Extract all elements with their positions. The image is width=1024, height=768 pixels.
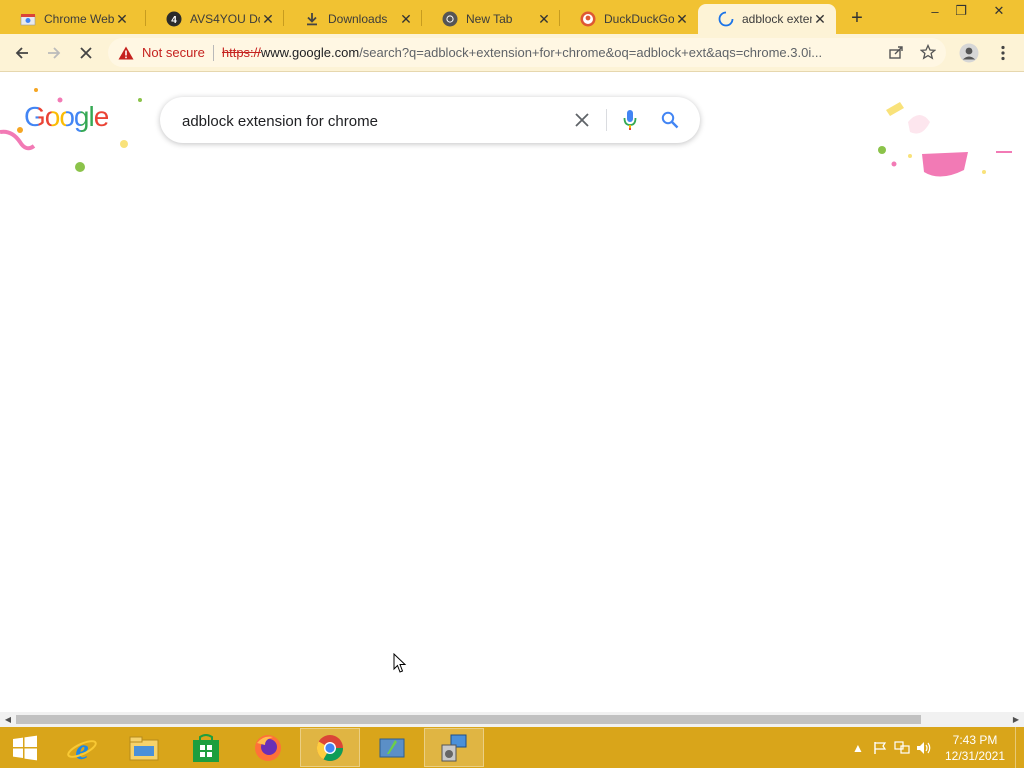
app-icon[interactable]: [362, 728, 422, 767]
address-bar[interactable]: Not secure https://www.google.com/search…: [108, 38, 946, 67]
tab-downloads[interactable]: Downloads ✕: [284, 4, 422, 34]
close-tab-icon[interactable]: ✕: [812, 11, 828, 27]
network-icon[interactable]: [891, 737, 913, 759]
store-icon[interactable]: [176, 728, 236, 767]
forward-button[interactable]: [41, 40, 67, 66]
tab-avs4you[interactable]: 4 AVS4YOU Dov ✕: [146, 4, 284, 34]
warning-icon: [118, 45, 134, 61]
show-desktop-button[interactable]: [1015, 727, 1024, 768]
mouse-cursor-icon: [393, 653, 407, 673]
loading-spinner-icon: [718, 11, 734, 27]
voice-search-button[interactable]: [618, 108, 642, 132]
installer-icon[interactable]: [424, 728, 484, 767]
close-tab-icon[interactable]: ✕: [114, 11, 130, 27]
system-tray: ▲ 7:43 PM 12/31/2021: [847, 727, 1024, 768]
scrollbar-thumb[interactable]: [16, 715, 921, 724]
google-logo[interactable]: Google: [24, 101, 109, 133]
new-tab-button[interactable]: +: [846, 7, 868, 29]
menu-button[interactable]: [990, 40, 1016, 66]
url-host: www.google.com: [260, 45, 360, 60]
stop-icon: [80, 47, 92, 59]
duckduckgo-icon: [580, 11, 596, 27]
clock[interactable]: 7:43 PM 12/31/2021: [935, 732, 1015, 764]
profile-button[interactable]: [956, 40, 982, 66]
profile-avatar-icon: [959, 43, 979, 63]
close-tab-icon[interactable]: ✕: [260, 11, 276, 27]
omnibox-divider: [212, 44, 214, 61]
stop-button[interactable]: [73, 40, 99, 66]
tab-title: Chrome Web: [44, 12, 114, 26]
search-button[interactable]: [658, 108, 682, 132]
search-icon: [661, 111, 679, 129]
search-box-divider: [606, 109, 607, 131]
share-icon[interactable]: [888, 44, 904, 63]
show-hidden-icons-icon[interactable]: ▲: [847, 737, 869, 759]
chrome-taskbar-icon[interactable]: [300, 728, 360, 767]
chrome-icon: [442, 11, 458, 27]
horizontal-scrollbar[interactable]: ◀ ▶: [0, 712, 1024, 727]
tab-strip: Chrome Web ✕ 4 AVS4YOU Dov ✕ Downloads ✕…: [0, 0, 1024, 34]
tab-title: adblock exten: [742, 12, 812, 26]
tab-new-tab[interactable]: New Tab ✕: [422, 4, 560, 34]
browser-toolbar: Not secure https://www.google.com/search…: [0, 34, 1024, 72]
url-path: /search?q=adblock+extension+for+chrome&o…: [359, 45, 823, 60]
close-tab-icon[interactable]: ✕: [398, 11, 414, 27]
tab-title: DuckDuckGo: [604, 12, 674, 26]
tab-title: Downloads: [328, 12, 388, 26]
internet-explorer-icon[interactable]: e: [52, 728, 112, 767]
forward-arrow-icon: [48, 47, 61, 59]
windows-taskbar: e ▲ 7:43 PM 12/31/2021: [0, 727, 1024, 768]
avs4you-icon: 4: [166, 11, 182, 27]
search-box: [160, 97, 700, 145]
tab-title: New Tab: [466, 12, 513, 26]
microphone-icon: [623, 110, 637, 130]
firefox-icon[interactable]: [238, 728, 298, 767]
close-window-button[interactable]: ✕: [984, 0, 1014, 22]
clock-time: 7:43 PM: [952, 732, 998, 747]
kebab-menu-icon: [1001, 45, 1005, 61]
google-logo-text: Google: [24, 101, 109, 132]
tab-duckduckgo[interactable]: DuckDuckGo ✕: [560, 4, 698, 34]
close-tab-icon[interactable]: ✕: [536, 11, 552, 27]
bookmark-star-icon[interactable]: [919, 43, 937, 63]
tab-chrome-web-store[interactable]: Chrome Web ✕: [0, 4, 138, 34]
download-icon: [304, 11, 320, 27]
clock-date: 12/31/2021: [944, 748, 1006, 763]
volume-icon[interactable]: [913, 737, 935, 759]
start-button[interactable]: [0, 728, 50, 767]
restore-button[interactable]: ❐: [946, 0, 976, 22]
windows-logo-icon: [13, 735, 37, 760]
url-scheme: https://: [221, 45, 261, 60]
tab-title: AVS4YOU Dov: [190, 12, 260, 26]
clear-search-button[interactable]: [570, 108, 594, 132]
url-text[interactable]: https://www.google.com/search?q=adblock+…: [222, 45, 872, 60]
svg-text:4: 4: [171, 15, 177, 26]
svg-text:e: e: [75, 733, 88, 763]
omnibox-actions: [888, 43, 937, 63]
file-explorer-icon[interactable]: [114, 728, 174, 767]
back-arrow-icon: [15, 47, 28, 59]
action-center-flag-icon[interactable]: [869, 737, 891, 759]
page-content: Google: [0, 72, 1024, 712]
close-icon: [575, 113, 589, 127]
scroll-left-arrow-icon[interactable]: ◀: [0, 712, 16, 727]
not-secure-label[interactable]: Not secure: [142, 45, 205, 60]
chrome-webstore-icon: [20, 11, 36, 27]
scroll-right-arrow-icon[interactable]: ▶: [1008, 712, 1024, 727]
close-tab-icon[interactable]: ✕: [674, 11, 690, 27]
tab-adblock-search[interactable]: adblock exten ✕: [698, 4, 836, 34]
search-input[interactable]: [180, 97, 564, 145]
back-button[interactable]: [9, 40, 35, 66]
